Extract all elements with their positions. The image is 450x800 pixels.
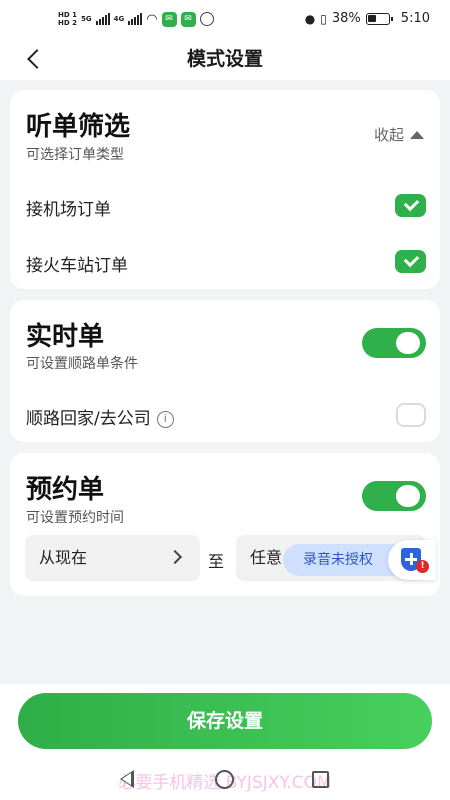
message-app-icon: ✉: [161, 11, 177, 27]
signal-icon-2: [128, 13, 143, 25]
security-float-button[interactable]: !: [388, 540, 436, 580]
sim2-label: HD 2: [58, 19, 77, 27]
signal-icon: [95, 13, 110, 25]
network-4g-label: 4G: [113, 15, 125, 23]
battery-icon: [365, 12, 393, 25]
reservation-title: 预约单: [26, 475, 105, 505]
sim1-label: HD 1: [58, 11, 77, 19]
filter-title: 听单筛选: [26, 112, 131, 142]
wifi-icon: ◠: [146, 11, 158, 27]
realtime-order-card: 实时单 可设置顺路单条件 顺路回家/去公司 i: [10, 300, 440, 442]
airport-order-label: 接机场订单: [26, 200, 111, 220]
train-station-order-label: 接火车站订单: [26, 256, 128, 276]
time-to-separator: 至: [208, 552, 225, 571]
chevron-right-icon: [167, 549, 183, 565]
route-home-office-checkbox[interactable]: [396, 403, 426, 427]
reservation-subtitle: 可设置预约时间: [26, 510, 124, 526]
route-home-office-row: 顺路回家/去公司 i: [26, 404, 174, 429]
collapse-toggle[interactable]: 收起: [374, 124, 424, 145]
system-nav-bar: [0, 764, 450, 800]
nav-recents-icon[interactable]: [312, 771, 329, 788]
message-app-icon-2: ✉: [180, 11, 196, 27]
realtime-toggle[interactable]: [362, 328, 426, 358]
filter-subtitle: 可选择订单类型: [26, 147, 124, 163]
sim-indicators: HD 1 HD 2: [58, 11, 77, 27]
save-settings-button[interactable]: 保存设置: [18, 693, 432, 749]
collapse-label: 收起: [373, 126, 404, 144]
realtime-title: 实时单: [26, 322, 105, 352]
alert-icon: !: [416, 560, 429, 573]
status-left: HD 1 HD 2 5G 4G ◠ ✉ ✉: [58, 11, 214, 27]
info-icon[interactable]: i: [156, 411, 174, 428]
train-station-order-checkbox[interactable]: [395, 250, 426, 273]
reservation-toggle[interactable]: [362, 481, 426, 511]
page-title: 模式设置: [186, 48, 263, 70]
triangle-up-icon: [410, 130, 424, 139]
vibrate-icon: ▯: [320, 11, 327, 26]
status-right: ● ▯ 38% 5:10: [305, 11, 430, 26]
realtime-subtitle: 可设置顺路单条件: [26, 356, 138, 372]
app-header: 模式设置: [0, 40, 450, 80]
time-from-label: 从现在: [39, 548, 88, 567]
network-5g-label: 5G: [80, 15, 92, 23]
account-icon: [199, 12, 214, 26]
nav-home-icon[interactable]: [215, 770, 234, 789]
location-icon: ●: [304, 11, 316, 26]
nav-back-icon[interactable]: [120, 770, 134, 788]
battery-percent: 38%: [331, 11, 361, 26]
order-filter-card: 听单筛选 可选择订单类型 收起 接机场订单 接火车站订单: [10, 90, 440, 289]
airport-order-checkbox[interactable]: [395, 194, 426, 217]
clock: 5:10: [400, 11, 430, 26]
time-until-label: 任意: [250, 548, 283, 567]
time-from-select[interactable]: 从现在: [25, 535, 200, 581]
status-bar: HD 1 HD 2 5G 4G ◠ ✉ ✉ ● ▯ 38% 5:10: [0, 0, 450, 40]
recording-unauthorized-label: 录音未授权: [303, 552, 373, 568]
route-home-office-label: 顺路回家/去公司: [26, 409, 151, 429]
